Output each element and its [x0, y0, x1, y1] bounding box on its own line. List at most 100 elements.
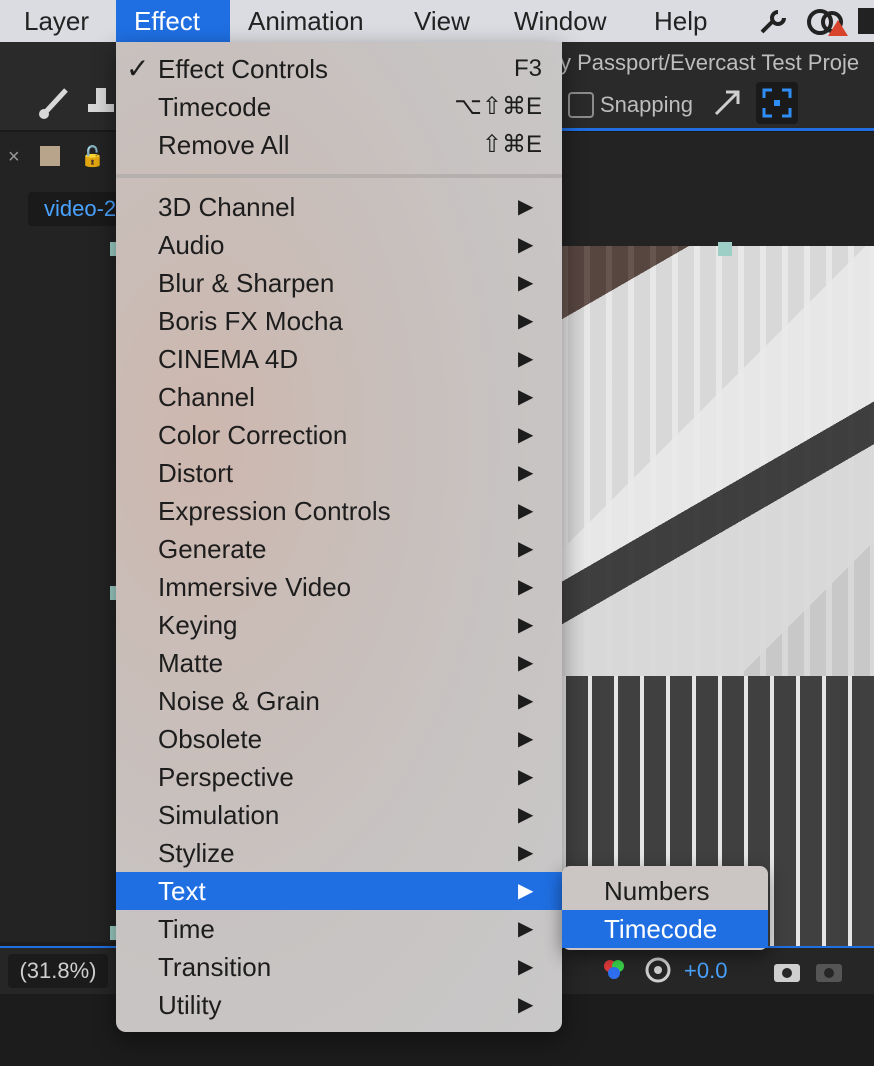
- menu-item-utility[interactable]: Utility ▶: [116, 986, 562, 1024]
- composition-viewer[interactable]: [562, 246, 874, 946]
- clone-stamp-tool-icon[interactable]: [86, 84, 116, 120]
- menu-item-time[interactable]: Time ▶: [116, 910, 562, 948]
- menu-view[interactable]: View: [414, 0, 470, 42]
- submenu-arrow-icon: ▶: [518, 690, 534, 712]
- menu-item-obsolete[interactable]: Obsolete ▶: [116, 720, 562, 758]
- menu-item-label: Perspective: [158, 762, 294, 792]
- submenu-arrow-icon: ▶: [518, 576, 534, 598]
- submenu-arrow-icon: ▶: [518, 386, 534, 408]
- submenu-arrow-icon: ▶: [518, 728, 534, 750]
- region-of-interest-icon: [762, 88, 792, 118]
- snapping-checkbox[interactable]: [568, 92, 594, 118]
- menu-item-label: Remove All: [158, 130, 290, 160]
- submenu-item-timecode[interactable]: Timecode: [562, 910, 768, 948]
- menu-item-label: Generate: [158, 534, 267, 564]
- menu-item-transition[interactable]: Transition ▶: [116, 948, 562, 986]
- menu-item-expression-controls[interactable]: Expression Controls ▶: [116, 492, 562, 530]
- lock-icon[interactable]: 🔓: [80, 144, 105, 169]
- submenu-arrow-icon: ▶: [518, 272, 534, 294]
- menu-item-audio[interactable]: Audio ▶: [116, 226, 562, 264]
- menu-item-channel[interactable]: Channel ▶: [116, 378, 562, 416]
- menu-bar: Layer Effect Animation View Window Help: [0, 0, 874, 42]
- menu-item-color-correction[interactable]: Color Correction ▶: [116, 416, 562, 454]
- menu-item-distort[interactable]: Distort ▶: [116, 454, 562, 492]
- submenu-arrow-icon: ▶: [518, 196, 534, 218]
- close-icon[interactable]: ×: [8, 146, 20, 169]
- submenu-arrow-icon: ▶: [518, 994, 534, 1016]
- menu-item-cinema-4d[interactable]: CINEMA 4D ▶: [116, 340, 562, 378]
- exposure-value[interactable]: +0.0: [684, 958, 727, 984]
- app-tray-icon[interactable]: [858, 8, 874, 34]
- region-of-interest-button[interactable]: [756, 82, 798, 124]
- checkmark-icon: ✓: [126, 53, 150, 84]
- menu-item-label: Immersive Video: [158, 572, 352, 602]
- wrench-app-icon[interactable]: [758, 6, 790, 36]
- expand-arrow-icon[interactable]: [712, 88, 742, 118]
- menu-help[interactable]: Help: [654, 0, 707, 42]
- menu-item-label: Keying: [158, 610, 238, 640]
- menu-item-label: Timecode: [158, 92, 272, 122]
- menu-item-label: Matte: [158, 648, 224, 678]
- submenu-arrow-icon: ▶: [518, 424, 534, 446]
- menu-item-blur-sharpen[interactable]: Blur & Sharpen ▶: [116, 264, 562, 302]
- brush-tool-icon[interactable]: [36, 84, 76, 120]
- submenu-arrow-icon: ▶: [518, 804, 534, 826]
- submenu-item-label: Timecode: [604, 914, 718, 944]
- channel-rgb-icon[interactable]: [600, 956, 628, 984]
- submenu-item-label: Numbers: [604, 876, 710, 906]
- label-color-swatch[interactable]: [40, 146, 60, 166]
- snapping-label: Snapping: [600, 92, 693, 117]
- menu-item-label: Stylize: [158, 838, 235, 868]
- layer-handle[interactable]: [718, 242, 732, 256]
- menu-effect[interactable]: Effect: [116, 0, 230, 42]
- menu-item-label: CINEMA 4D: [158, 344, 299, 374]
- menu-item-remove-all[interactable]: Remove All ⇧⌘E: [116, 126, 562, 164]
- menu-item-boris-fx-mocha[interactable]: Boris FX Mocha ▶: [116, 302, 562, 340]
- menu-layer[interactable]: Layer: [24, 0, 89, 42]
- submenu-arrow-icon: ▶: [518, 310, 534, 332]
- menu-item-label: 3D Channel: [158, 192, 296, 222]
- menu-item-label: Distort: [158, 458, 234, 488]
- menu-item-matte[interactable]: Matte ▶: [116, 644, 562, 682]
- menu-item-simulation[interactable]: Simulation ▶: [116, 796, 562, 834]
- menu-item-label: Boris FX Mocha: [158, 306, 343, 336]
- menu-item-perspective[interactable]: Perspective ▶: [116, 758, 562, 796]
- menu-item-label: Time: [158, 914, 215, 944]
- creative-cloud-alert-icon[interactable]: [806, 6, 850, 36]
- menu-item-generate[interactable]: Generate ▶: [116, 530, 562, 568]
- aperture-icon[interactable]: [644, 956, 672, 984]
- submenu-arrow-icon: ▶: [518, 614, 534, 636]
- submenu-arrow-icon: ▶: [518, 652, 534, 674]
- submenu-item-numbers[interactable]: Numbers: [562, 872, 768, 910]
- menu-item-label: Audio: [158, 230, 225, 260]
- menu-item-keying[interactable]: Keying ▶: [116, 606, 562, 644]
- menu-item-label: Channel: [158, 382, 255, 412]
- menu-item-immersive-video[interactable]: Immersive Video ▶: [116, 568, 562, 606]
- menu-item-3d-channel[interactable]: 3D Channel ▶: [116, 188, 562, 226]
- zoom-dropdown[interactable]: (31.8%): [8, 954, 108, 988]
- submenu-arrow-icon: ▶: [518, 462, 534, 484]
- submenu-arrow-icon: ▶: [518, 956, 534, 978]
- menu-item-effect-controls[interactable]: ✓ Effect Controls F3: [116, 50, 562, 88]
- menu-item-label: Color Correction: [158, 420, 348, 450]
- menu-item-label: Expression Controls: [158, 496, 391, 526]
- menu-item-stylize[interactable]: Stylize ▶: [116, 834, 562, 872]
- menu-item-label: Noise & Grain: [158, 686, 320, 716]
- menu-window[interactable]: Window: [514, 0, 606, 42]
- menu-item-noise-grain[interactable]: Noise & Grain ▶: [116, 682, 562, 720]
- project-title: y Passport/Evercast Test Proje: [560, 50, 860, 75]
- menu-item-label: Transition: [158, 952, 272, 982]
- effect-menu: ✓ Effect Controls F3 Timecode ⌥⇧⌘E Remov…: [116, 42, 562, 1032]
- menu-item-text[interactable]: Text ▶: [116, 872, 562, 910]
- menu-separator: [116, 174, 562, 178]
- menu-item-label: Obsolete: [158, 724, 263, 754]
- menu-item-label: Text: [158, 876, 206, 906]
- menu-item-shortcut: ⌥⇧⌘E: [454, 93, 542, 120]
- menu-item-label: Simulation: [158, 800, 280, 830]
- menu-animation[interactable]: Animation: [248, 0, 364, 42]
- submenu-arrow-icon: ▶: [518, 880, 534, 902]
- show-snapshot-icon[interactable]: [814, 958, 846, 984]
- snapshot-camera-icon[interactable]: [772, 958, 802, 984]
- menu-item-timecode[interactable]: Timecode ⌥⇧⌘E: [116, 88, 562, 126]
- menu-item-label: Blur & Sharpen: [158, 268, 335, 298]
